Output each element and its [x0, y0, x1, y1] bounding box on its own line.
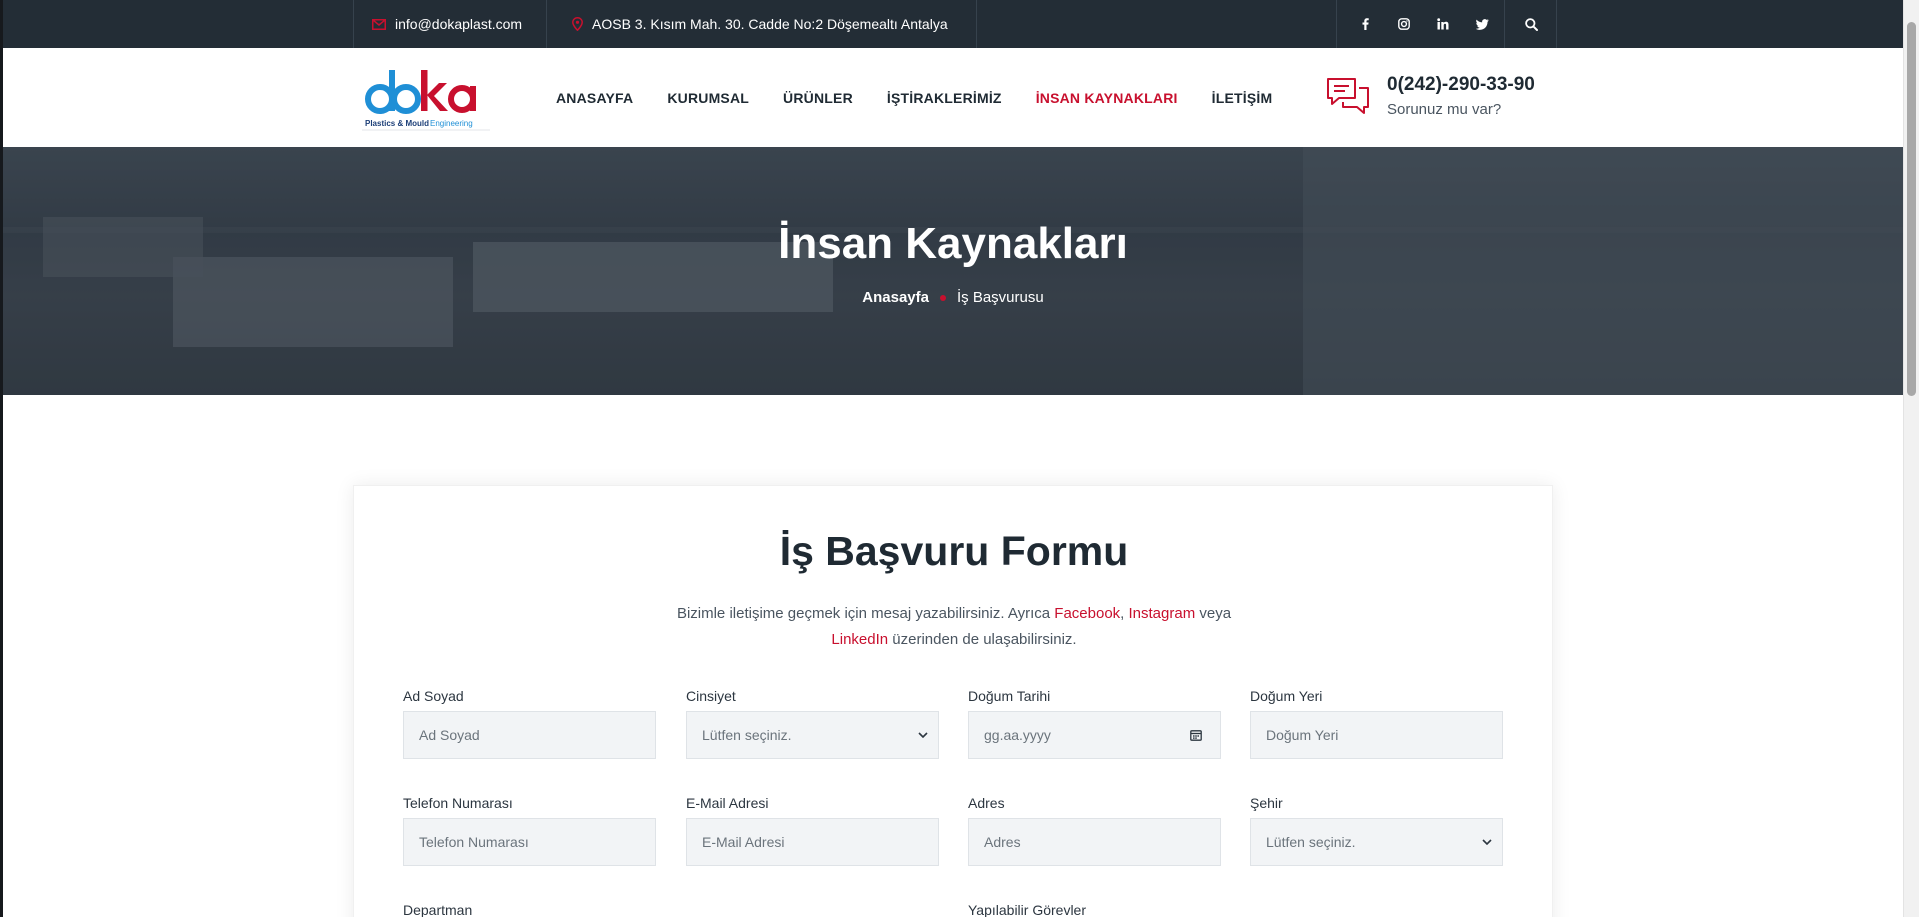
doka-logo: Plastics & Mould Engineering: [362, 70, 490, 131]
mail-icon: [372, 18, 386, 30]
form-title-light: İş Başvuru: [779, 528, 990, 574]
page-scrollbar[interactable]: [1903, 0, 1919, 917]
label-adres: Adres: [968, 795, 1005, 811]
page-hero: İnsan Kaynakları Anasayfa İş Başvurusu: [3, 147, 1903, 395]
label-sehir: Şehir: [1250, 795, 1283, 811]
email-input[interactable]: E-Mail Adresi: [686, 818, 939, 866]
breadcrumb-current: İş Başvurusu: [956, 289, 1044, 306]
topbar-divider: [976, 0, 977, 48]
contact-question: Sorunuz mu var?: [1387, 101, 1502, 118]
search-button[interactable]: [1504, 0, 1558, 48]
search-icon: [1525, 17, 1538, 31]
label-cinsiyet: Cinsiyet: [686, 688, 736, 704]
adres-input[interactable]: Adres: [968, 818, 1221, 866]
label-email: E-Mail Adresi: [686, 795, 769, 811]
form-intro: Bizimle iletişime geçmek için mesaj yaza…: [654, 601, 1254, 653]
instagram-icon: [1398, 18, 1410, 30]
topbar-email-text[interactable]: info@dokaplast.com: [395, 16, 522, 32]
facebook-icon: [1362, 18, 1369, 30]
twitter-icon: [1475, 18, 1489, 30]
topbar-divider: [546, 0, 547, 48]
nav-anasayfa[interactable]: ANASAYFA: [556, 90, 633, 106]
form-title: İş Başvuru Formu: [354, 528, 1554, 575]
site-logo[interactable]: Plastics & Mould Engineering: [362, 58, 492, 140]
dogum-yeri-input[interactable]: Doğum Yeri: [1250, 711, 1503, 759]
main-header: Plastics & Mould Engineering ANASAYFA KU…: [3, 48, 1903, 147]
label-dogum-yeri: Doğum Yeri: [1250, 688, 1323, 704]
instagram-link[interactable]: [1385, 0, 1423, 48]
breadcrumb: Anasayfa İş Başvurusu: [3, 289, 1903, 306]
hero-overlay: [3, 147, 1903, 395]
scrollbar-thumb[interactable]: [1907, 22, 1916, 396]
calendar-icon[interactable]: [1190, 729, 1202, 741]
topbar-divider: [1336, 0, 1337, 48]
contact-phone[interactable]: 0(242)-290-33-90: [1387, 74, 1535, 96]
label-telefon: Telefon Numarası: [403, 795, 513, 811]
nav-istiraklerimiz[interactable]: İŞTİRAKLERİMİZ: [887, 90, 1002, 106]
facebook-text-link[interactable]: Facebook: [1054, 605, 1120, 622]
sehir-select[interactable]: Lütfen seçiniz.: [1250, 818, 1503, 866]
chevron-down-icon: [918, 732, 928, 738]
label-dogum-tarihi: Doğum Tarihi: [968, 688, 1051, 704]
facebook-link[interactable]: [1346, 0, 1384, 48]
nav-urunler[interactable]: ÜRÜNLER: [783, 90, 853, 106]
breadcrumb-separator: [939, 294, 946, 301]
svg-text:Engineering: Engineering: [430, 119, 473, 128]
intro-comma: ,: [1120, 605, 1125, 622]
nav-iletisim[interactable]: İLETİŞİM: [1212, 90, 1273, 106]
twitter-link[interactable]: [1463, 0, 1501, 48]
label-departman: Departman: [403, 902, 473, 917]
cinsiyet-select-value: Lütfen seçiniz.: [702, 727, 792, 743]
intro-text: Bizimle iletişime geçmek için mesaj yaza…: [676, 605, 1051, 622]
main-navigation: ANASAYFA KURUMSAL ÜRÜNLER İŞTİRAKLERİMİZ…: [556, 48, 1306, 147]
nav-insan-kaynaklari[interactable]: İNSAN KAYNAKLARI: [1036, 90, 1178, 106]
topbar-address: AOSB 3. Kısım Mah. 30. Cadde No:2 Döşeme…: [572, 0, 948, 48]
nav-kurumsal[interactable]: KURUMSAL: [667, 90, 749, 106]
telefon-input[interactable]: Telefon Numarası: [403, 818, 656, 866]
linkedin-link[interactable]: [1424, 0, 1462, 48]
page-title: İnsan Kaynakları: [778, 219, 1128, 268]
label-gorevler: Yapılabilir Görevler: [968, 902, 1087, 917]
breadcrumb-home[interactable]: Anasayfa: [862, 289, 929, 306]
sehir-select-value: Lütfen seçiniz.: [1266, 834, 1356, 850]
linkedin-icon: [1437, 18, 1449, 30]
instagram-text-link[interactable]: Instagram: [1129, 605, 1196, 622]
dogum-tarihi-input[interactable]: gg.aa.yyyy: [968, 711, 1221, 759]
topbar-address-text: AOSB 3. Kısım Mah. 30. Cadde No:2 Döşeme…: [592, 16, 948, 32]
linkedin-text-link[interactable]: LinkedIn: [831, 631, 888, 648]
svg-text:Plastics & Mould: Plastics & Mould: [365, 119, 429, 128]
top-bar: info@dokaplast.com AOSB 3. Kısım Mah. 30…: [3, 0, 1903, 48]
intro-text: veya: [1199, 605, 1232, 622]
intro-text: üzerinden de ulaşabilirsiniz.: [892, 631, 1077, 648]
map-pin-icon: [572, 17, 583, 31]
chat-bubbles-icon: [1325, 76, 1371, 123]
top-bar-inner: info@dokaplast.com AOSB 3. Kısım Mah. 30…: [353, 0, 1557, 48]
label-ad-soyad: Ad Soyad: [403, 688, 464, 704]
form-title-bold: Formu: [1000, 528, 1129, 574]
application-form-card: İş Başvuru Formu Bizimle iletişime geçme…: [353, 485, 1553, 917]
chevron-down-icon: [1482, 839, 1492, 845]
topbar-email[interactable]: info@dokaplast.com: [372, 0, 522, 48]
dogum-tarihi-placeholder: gg.aa.yyyy: [984, 727, 1051, 743]
cinsiyet-select[interactable]: Lütfen seçiniz.: [686, 711, 939, 759]
ad-soyad-input[interactable]: Ad Soyad: [403, 711, 656, 759]
